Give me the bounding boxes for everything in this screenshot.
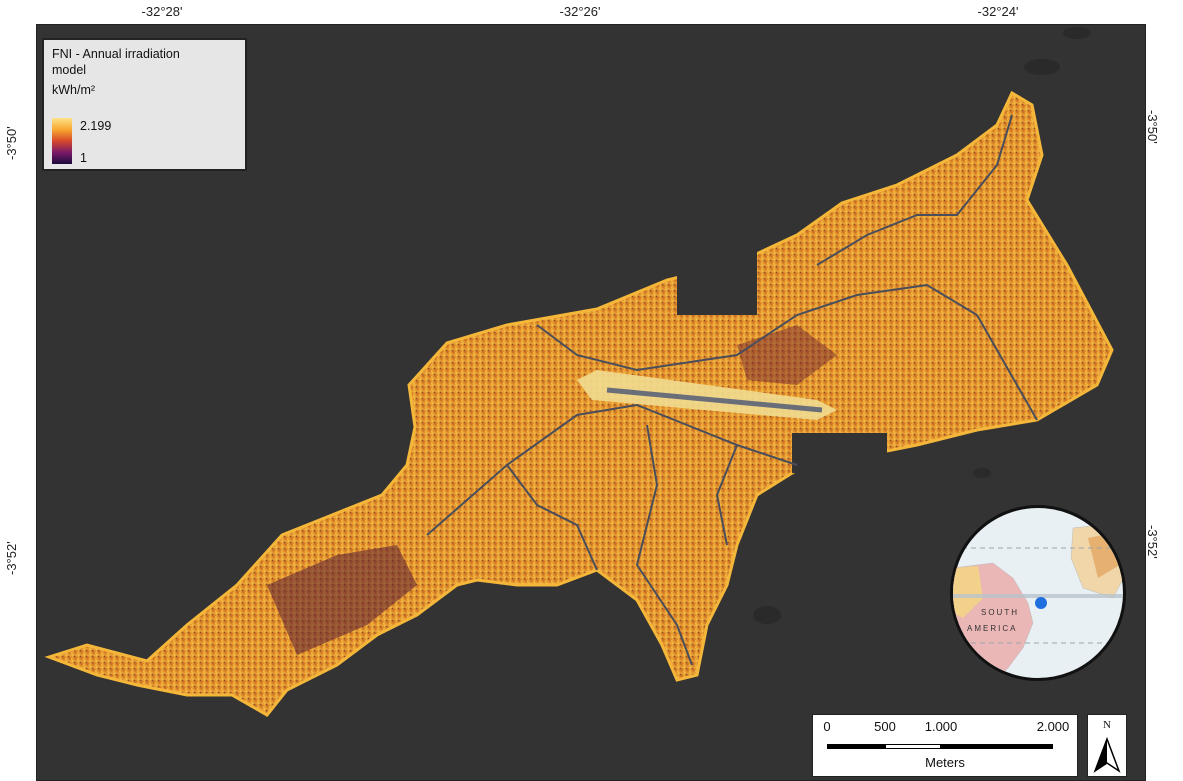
legend-min-label: 1 [80,151,87,165]
legend-max-label: 2.199 [80,119,112,133]
latitude-label-right-1: -3°50' [1145,110,1160,144]
inset-label-america: AMERICA [967,624,1018,633]
legend-unit: kWh/m² [52,83,96,97]
scale-label-2000: 2.000 [1036,719,1070,734]
location-marker [1035,597,1047,609]
inset-map [953,522,1123,678]
scale-bar: 0 500 1.000 2.000 Meters [812,714,1078,777]
scale-segment-3 [941,744,1053,749]
legend-title: FNI - Annual irradiation model [52,47,180,77]
north-arrow-icon [1093,736,1121,773]
scale-units: Meters [925,755,965,770]
latitude-label-left-2: -3°52' [4,541,19,575]
scale-label-500: 500 [874,719,896,734]
inset-label-south: SOUTH [981,608,1019,617]
latitude-label-right-2: -3°52' [1145,525,1160,559]
north-letter: N [1103,719,1111,731]
north-arrow: N [1087,714,1127,777]
scale-segment-2 [885,744,941,749]
scale-segment-1 [827,744,885,749]
latitude-label-left-1: -3°50' [4,126,19,160]
longitude-label-3: -32°24' [977,4,1019,19]
location-inset-globe: SOUTH AMERICA [950,505,1126,681]
scale-label-1000: 1.000 [924,719,958,734]
longitude-label-2: -32°26' [559,4,601,19]
legend: FNI - Annual irradiation model kWh/m² 2.… [42,38,247,171]
legend-color-ramp [52,118,72,164]
scale-label-0: 0 [823,719,831,734]
longitude-label-1: -32°28' [141,4,183,19]
